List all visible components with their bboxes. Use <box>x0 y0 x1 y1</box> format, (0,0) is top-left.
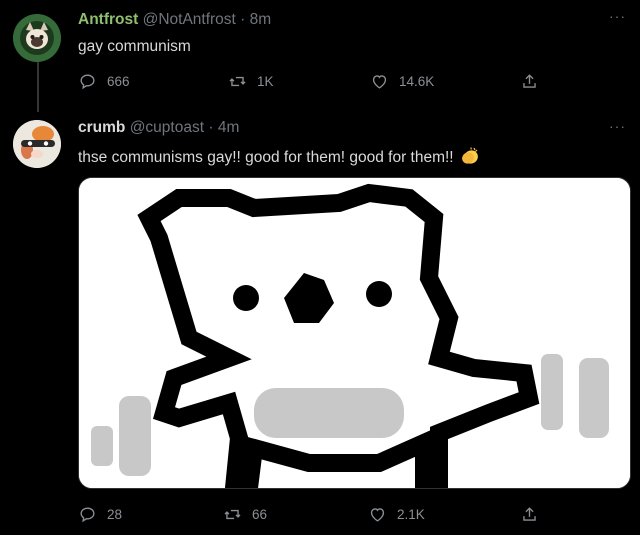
retweet-icon <box>224 509 241 519</box>
action-bar: 28 66 2.1K <box>78 504 548 524</box>
share-icon <box>523 73 536 88</box>
timestamp[interactable]: 4m <box>218 119 240 136</box>
reply-button[interactable]: 28 <box>78 504 122 524</box>
tweet-crumb: crumb @cuptoast · 4m ··· thse communisms… <box>0 112 640 535</box>
tweet-text: gay communism <box>78 38 191 55</box>
handle[interactable]: @NotAntfrost <box>143 11 236 28</box>
tweet-text-content: thse communisms gay!! good for them! goo… <box>78 149 454 166</box>
like-count: 14.6K <box>399 73 435 89</box>
tweet-antfrost: Antfrost @NotAntfrost · 8m ··· gay commu… <box>0 0 640 112</box>
more-options-icon[interactable]: ··· <box>609 118 626 134</box>
separator: · <box>240 11 246 28</box>
retweet-icon <box>229 76 246 86</box>
display-name[interactable]: Antfrost <box>78 11 138 28</box>
heart-icon <box>370 507 385 522</box>
retweet-button[interactable]: 66 <box>223 504 267 524</box>
pixel-art-bear-image <box>79 178 630 488</box>
reply-icon <box>80 506 95 522</box>
more-options-icon[interactable]: ··· <box>609 8 626 24</box>
avatar-antfrost[interactable] <box>13 14 61 62</box>
like-button[interactable]: 14.6K <box>370 71 434 91</box>
reply-count: 28 <box>107 506 123 522</box>
timestamp[interactable]: 8m <box>250 11 272 28</box>
hamster-avatar-icon <box>13 120 61 168</box>
tweet-header: Antfrost @NotAntfrost · 8m <box>78 11 271 29</box>
heart-icon <box>372 74 387 89</box>
display-name[interactable]: crumb <box>78 119 125 136</box>
share-icon <box>523 506 536 521</box>
tweet-text: thse communisms gay!! good for them! goo… <box>78 146 480 167</box>
retweet-count: 1K <box>257 73 274 89</box>
thread-line <box>37 62 39 112</box>
like-button[interactable]: 2.1K <box>368 504 425 524</box>
cat-avatar-icon <box>13 14 61 62</box>
clapping-hands-icon <box>462 147 478 164</box>
avatar-crumb[interactable] <box>13 120 61 168</box>
reply-count: 666 <box>107 73 130 89</box>
retweet-count: 66 <box>252 506 268 522</box>
handle[interactable]: @cuptoast <box>130 119 204 136</box>
share-button[interactable] <box>520 71 549 91</box>
reply-button[interactable]: 666 <box>78 71 130 91</box>
action-bar: 666 1K 14.6K <box>78 71 548 91</box>
reply-icon <box>80 73 95 89</box>
like-count: 2.1K <box>397 506 425 522</box>
tweet-header: crumb @cuptoast · 4m <box>78 119 239 137</box>
tweet-media[interactable] <box>78 177 631 489</box>
separator: · <box>208 119 214 136</box>
share-button[interactable] <box>520 504 549 524</box>
retweet-button[interactable]: 1K <box>228 71 274 91</box>
